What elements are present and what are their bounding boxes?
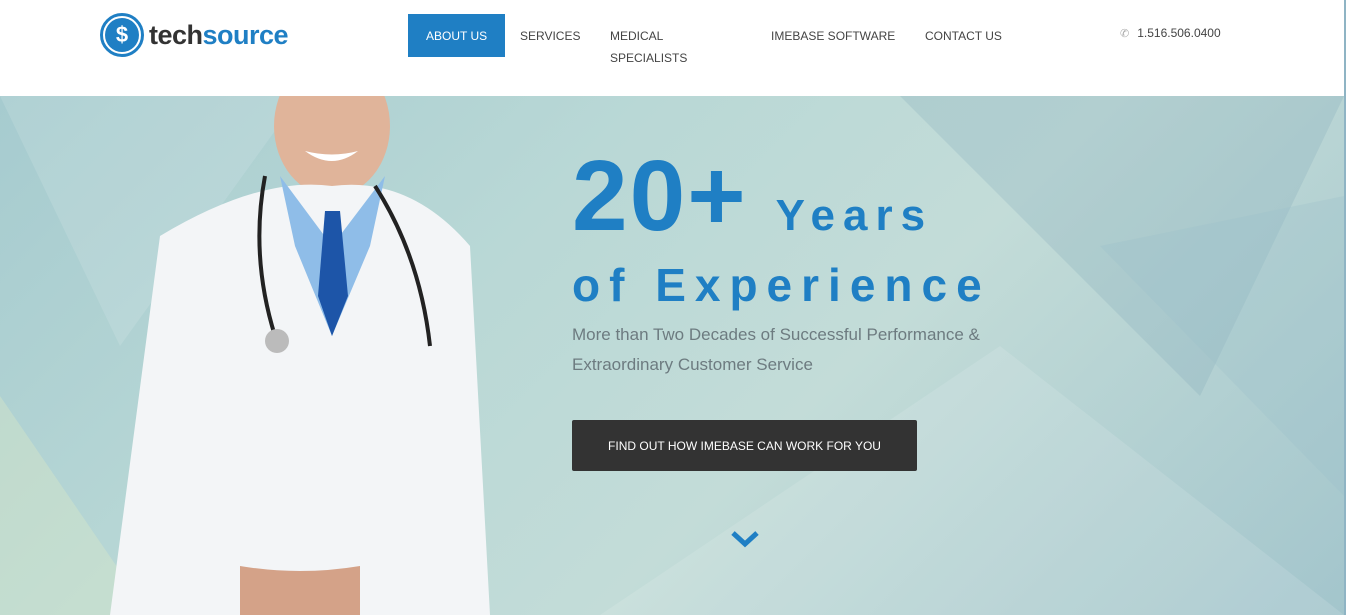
- nav-about-us[interactable]: ABOUT US: [408, 14, 506, 57]
- phone-icon: ✆: [1120, 27, 1130, 40]
- find-out-button[interactable]: FIND OUT HOW IMEBASE CAN WORK FOR YOU: [572, 420, 917, 471]
- nav-contact-us[interactable]: CONTACT US: [925, 14, 1002, 47]
- chevron-down-icon[interactable]: [730, 528, 760, 550]
- hero-heading-line2: of Experience: [572, 259, 991, 311]
- logo[interactable]: $ techsource: [100, 13, 289, 57]
- hero-heading: 20+ Years: [572, 140, 934, 252]
- nav-services[interactable]: SERVICES: [520, 14, 580, 47]
- nav-medical-specialists[interactable]: MEDICAL SPECIALISTS: [610, 14, 687, 69]
- hero-subtitle: More than Two Decades of Successful Perf…: [572, 325, 980, 374]
- logo-mark-icon: $: [100, 13, 144, 57]
- logo-text: techsource: [149, 19, 289, 50]
- site-header: $ techsource ABOUT US SERVICES MEDICAL SP…: [0, 0, 1344, 96]
- nav-imebase-software[interactable]: IMEBASE SOFTWARE: [771, 14, 895, 47]
- phone-number[interactable]: ✆ 1.516.506.0400: [1120, 26, 1221, 40]
- doctor-image: [110, 96, 490, 615]
